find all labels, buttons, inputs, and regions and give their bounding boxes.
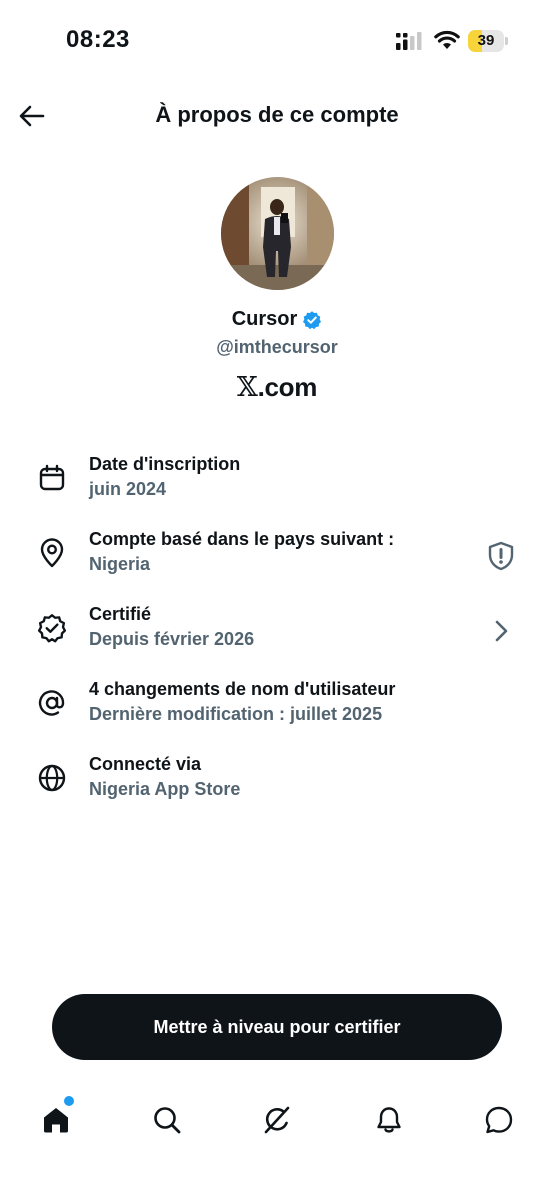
avatar[interactable] bbox=[221, 177, 334, 290]
site-label: 𝕏 .com bbox=[0, 372, 554, 403]
info-subtitle: Depuis février 2026 bbox=[89, 629, 255, 649]
x-logo-icon: 𝕏 bbox=[236, 372, 258, 403]
profile-name-row: Cursor bbox=[0, 308, 554, 331]
display-name: Cursor bbox=[231, 308, 298, 330]
cellular-signal-icon bbox=[396, 32, 422, 50]
tab-search[interactable] bbox=[145, 1098, 189, 1142]
info-item-username-changes: 4 changements de nom d'utilisateur Derni… bbox=[0, 679, 554, 739]
messages-icon bbox=[485, 1106, 513, 1134]
tab-home[interactable] bbox=[34, 1096, 78, 1142]
tab-notifications[interactable] bbox=[367, 1098, 411, 1142]
info-item-join-date: Date d'inscription juin 2024 bbox=[0, 454, 554, 514]
info-item-verified[interactable]: Certifié Depuis février 2026 bbox=[0, 604, 554, 664]
bottom-tab-bar bbox=[0, 1090, 554, 1150]
info-title: 4 changements de nom d'utilisateur bbox=[89, 679, 396, 699]
info-title: Certifié bbox=[89, 604, 152, 624]
globe-icon bbox=[36, 762, 68, 794]
status-time: 08:23 bbox=[66, 26, 130, 53]
shield-alert-icon[interactable] bbox=[484, 539, 518, 573]
notification-dot bbox=[64, 1096, 74, 1106]
upgrade-to-verify-button[interactable]: Mettre à niveau pour certifier bbox=[52, 994, 502, 1060]
avatar-photo bbox=[221, 177, 334, 290]
tab-messages[interactable] bbox=[477, 1098, 521, 1142]
battery-indicator: 39 bbox=[468, 30, 508, 52]
verified-badge-icon bbox=[303, 310, 322, 329]
battery-level: 39 bbox=[477, 32, 495, 49]
search-icon bbox=[154, 1107, 181, 1134]
calendar-icon bbox=[36, 462, 68, 494]
at-sign-icon bbox=[36, 687, 68, 719]
wifi-icon bbox=[434, 30, 460, 49]
grok-icon bbox=[264, 1106, 290, 1134]
page-title: À propos de ce compte bbox=[155, 102, 399, 127]
info-subtitle: Dernière modification : juillet 2025 bbox=[89, 704, 383, 724]
bell-icon bbox=[377, 1107, 401, 1133]
info-title: Date d'inscription bbox=[89, 454, 241, 474]
info-subtitle: Nigeria App Store bbox=[89, 779, 241, 799]
header: À propos de ce compte bbox=[0, 88, 554, 144]
tab-grok[interactable] bbox=[255, 1098, 299, 1142]
site-suffix: .com bbox=[257, 372, 318, 402]
verified-outline-icon bbox=[36, 612, 68, 644]
info-subtitle: Nigeria bbox=[89, 554, 151, 574]
status-bar: 08:23 39 bbox=[0, 0, 554, 80]
chevron-right-icon[interactable] bbox=[484, 614, 518, 648]
info-item-connected-via: Connecté via Nigeria App Store bbox=[0, 754, 554, 814]
handle: @imthecursor bbox=[216, 337, 338, 357]
info-subtitle: juin 2024 bbox=[89, 479, 167, 499]
home-icon bbox=[44, 1108, 68, 1133]
info-item-country: Compte basé dans le pays suivant : Niger… bbox=[0, 529, 554, 589]
info-title: Connecté via bbox=[89, 754, 202, 774]
location-pin-icon bbox=[36, 537, 68, 569]
info-title: Compte basé dans le pays suivant : bbox=[89, 529, 395, 549]
